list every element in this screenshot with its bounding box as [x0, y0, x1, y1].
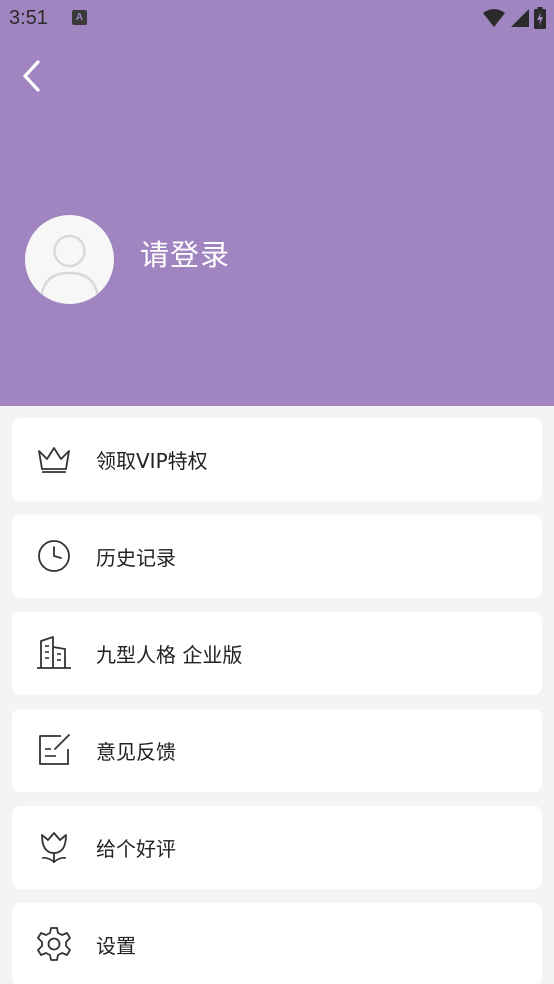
menu-item-label: 意见反馈 [96, 740, 176, 764]
menu-item-vip[interactable]: 领取VIP特权 [12, 418, 542, 501]
status-time: 3:51 [9, 7, 48, 29]
wifi-icon [483, 9, 505, 27]
avatar[interactable] [25, 215, 114, 304]
menu-item-enterprise[interactable]: 九型人格 企业版 [12, 612, 542, 695]
menu-item-rate[interactable]: 给个好评 [12, 806, 542, 889]
login-prompt[interactable]: 请登录 [140, 232, 230, 274]
gear-icon [37, 927, 71, 961]
notification-app-icon: A [72, 10, 87, 25]
menu-item-label: 给个好评 [96, 837, 176, 861]
menu-item-settings[interactable]: 设置 [12, 903, 542, 984]
building-icon [37, 636, 71, 669]
back-button[interactable] [12, 56, 52, 96]
user-avatar-icon [39, 234, 100, 300]
menu-item-feedback[interactable]: 意见反馈 [12, 709, 542, 792]
menu-item-label: 历史记录 [96, 546, 176, 570]
feedback-edit-icon [39, 734, 70, 765]
menu-item-label: 领取VIP特权 [96, 449, 208, 473]
menu-item-label: 设置 [96, 934, 136, 958]
signal-icon [511, 9, 529, 27]
status-bar: 3:51 A [0, 0, 554, 38]
profile-header: 3:51 A 请登录 [0, 0, 554, 406]
battery-charging-icon [534, 7, 546, 29]
chevron-left-icon [23, 60, 40, 92]
menu-list: 领取VIP特权 历史记录 九型人格 企业版 意见反馈 给个好评 设置 [12, 418, 542, 984]
clock-icon [38, 540, 70, 572]
status-icons [482, 7, 546, 29]
crown-icon [38, 447, 70, 473]
menu-item-label: 九型人格 企业版 [96, 643, 243, 667]
tulip-icon [41, 832, 67, 863]
menu-item-history[interactable]: 历史记录 [12, 515, 542, 598]
